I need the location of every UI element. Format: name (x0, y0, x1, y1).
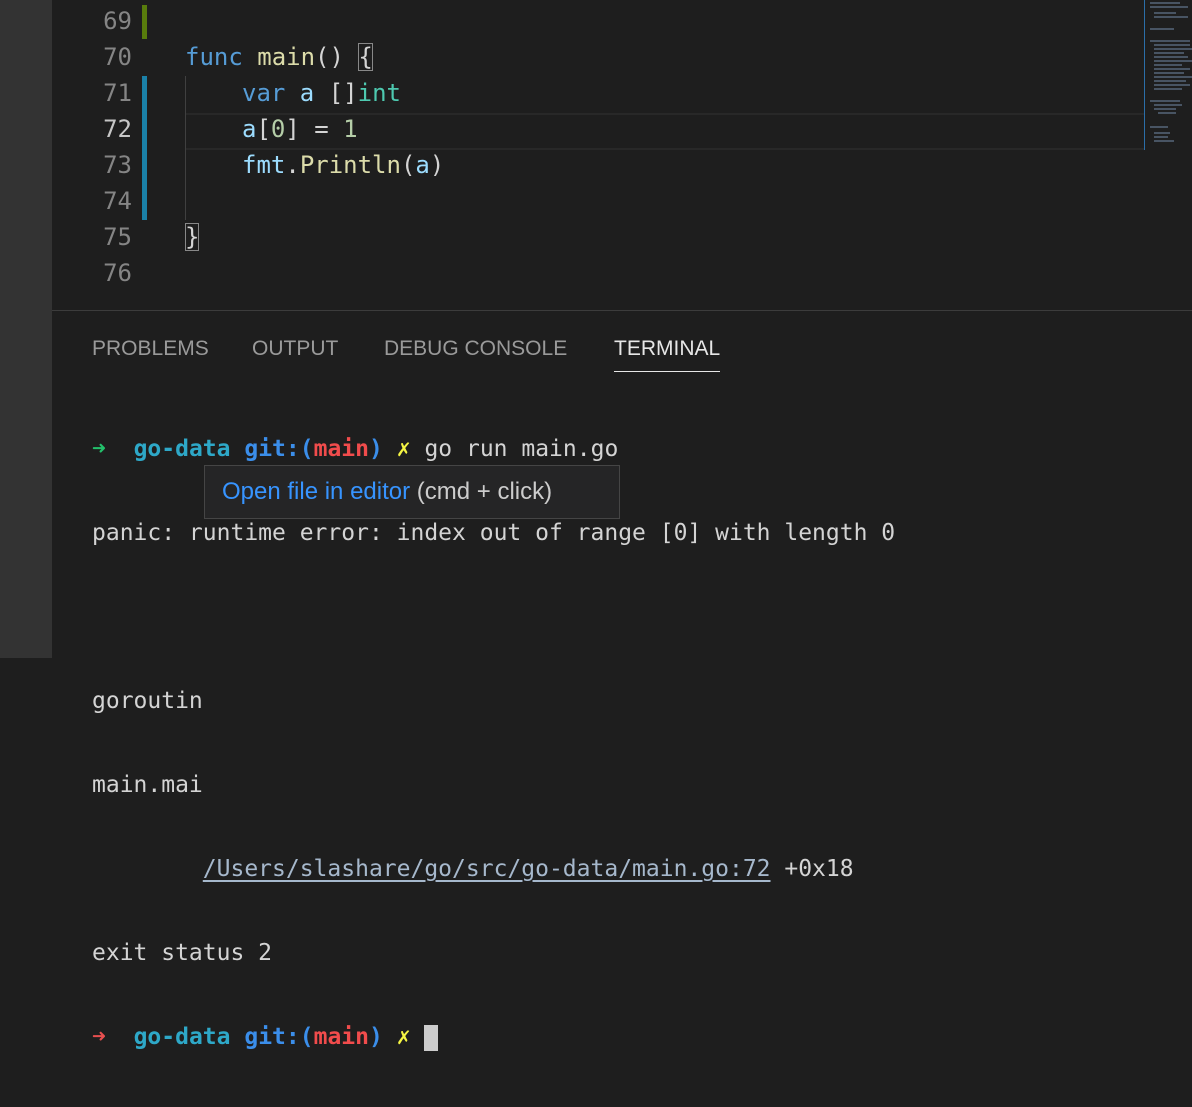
terminal-line-prompt: ➜ go-data git:(main) ✗ (92, 1023, 895, 1051)
tab-debug-console[interactable]: DEBUG CONSOLE (384, 337, 567, 361)
line-number: 70 (103, 43, 132, 71)
code-text: func main() { (185, 43, 373, 71)
terminal-cursor (424, 1024, 439, 1051)
open-file-link[interactable]: Open file in editor (222, 478, 410, 505)
line-number: 75 (103, 223, 132, 251)
code-text: a[0] = 1 (242, 115, 358, 143)
tooltip-hint: (cmd + click) (410, 478, 553, 505)
code-line-70[interactable]: 70 func main() { (52, 39, 1192, 75)
code-line-73[interactable]: 73 fmt.Println(a) (52, 147, 1192, 183)
dirty-indicator-icon: ✗ (396, 436, 411, 462)
prompt-arrow-icon: ➜ (92, 1024, 106, 1050)
link-hover-tooltip: Open file in editor (cmd + click) (204, 465, 620, 519)
prompt-arrow-icon: ➜ (92, 436, 106, 462)
line-number: 71 (103, 79, 132, 107)
line-number: 76 (103, 259, 132, 287)
added-line-gutter-marker[interactable] (142, 5, 147, 39)
line-number: 74 (103, 187, 132, 215)
terminal-line-command: ➜ go-data git:(main) ✗ go run main.go (92, 436, 619, 462)
matched-bracket: { (358, 43, 373, 71)
line-number: 69 (103, 7, 132, 35)
matched-bracket: } (185, 223, 200, 251)
terminal-line-exit: exit status 2 (92, 940, 273, 966)
code-text: var a []int (242, 79, 401, 107)
line-number: 73 (103, 151, 132, 179)
terminal-line-file: /Users/slashare/go/src/go-data/main.go:7… (202, 856, 854, 882)
code-line-71[interactable]: 71 var a []int (52, 75, 1192, 111)
line-number: 72 (103, 115, 132, 143)
code-editor[interactable]: 69 70 func main() { 71 var a []int 72 a[… (52, 0, 1192, 310)
tab-problems[interactable]: PROBLEMS (92, 337, 209, 361)
code-text: } (185, 219, 200, 255)
activity-bar (0, 0, 52, 658)
terminal-line-goroutine: goroutin (92, 688, 203, 714)
code-line-75[interactable]: 75 } (52, 219, 1192, 255)
terminal-line-panic: panic: runtime error: index out of range… (92, 520, 896, 546)
minimap[interactable] (1144, 0, 1192, 160)
code-line-72[interactable]: 72 a[0] = 1 (52, 111, 1192, 147)
terminal-command: go run main.go (424, 436, 619, 462)
code-line-74[interactable]: 74 (52, 183, 1192, 219)
code-line-76[interactable]: 76 (52, 255, 1192, 291)
code-line-69[interactable]: 69 (52, 3, 1192, 39)
dirty-indicator-icon: ✗ (396, 1024, 411, 1050)
tab-terminal[interactable]: TERMINAL (614, 337, 721, 372)
tab-output[interactable]: OUTPUT (252, 337, 338, 361)
file-path-link[interactable]: /Users/slashare/go/src/go-data/main.go:7… (203, 856, 771, 882)
code-text: fmt.Println(a) (242, 151, 445, 179)
terminal-line-main: main.mai (92, 772, 203, 798)
